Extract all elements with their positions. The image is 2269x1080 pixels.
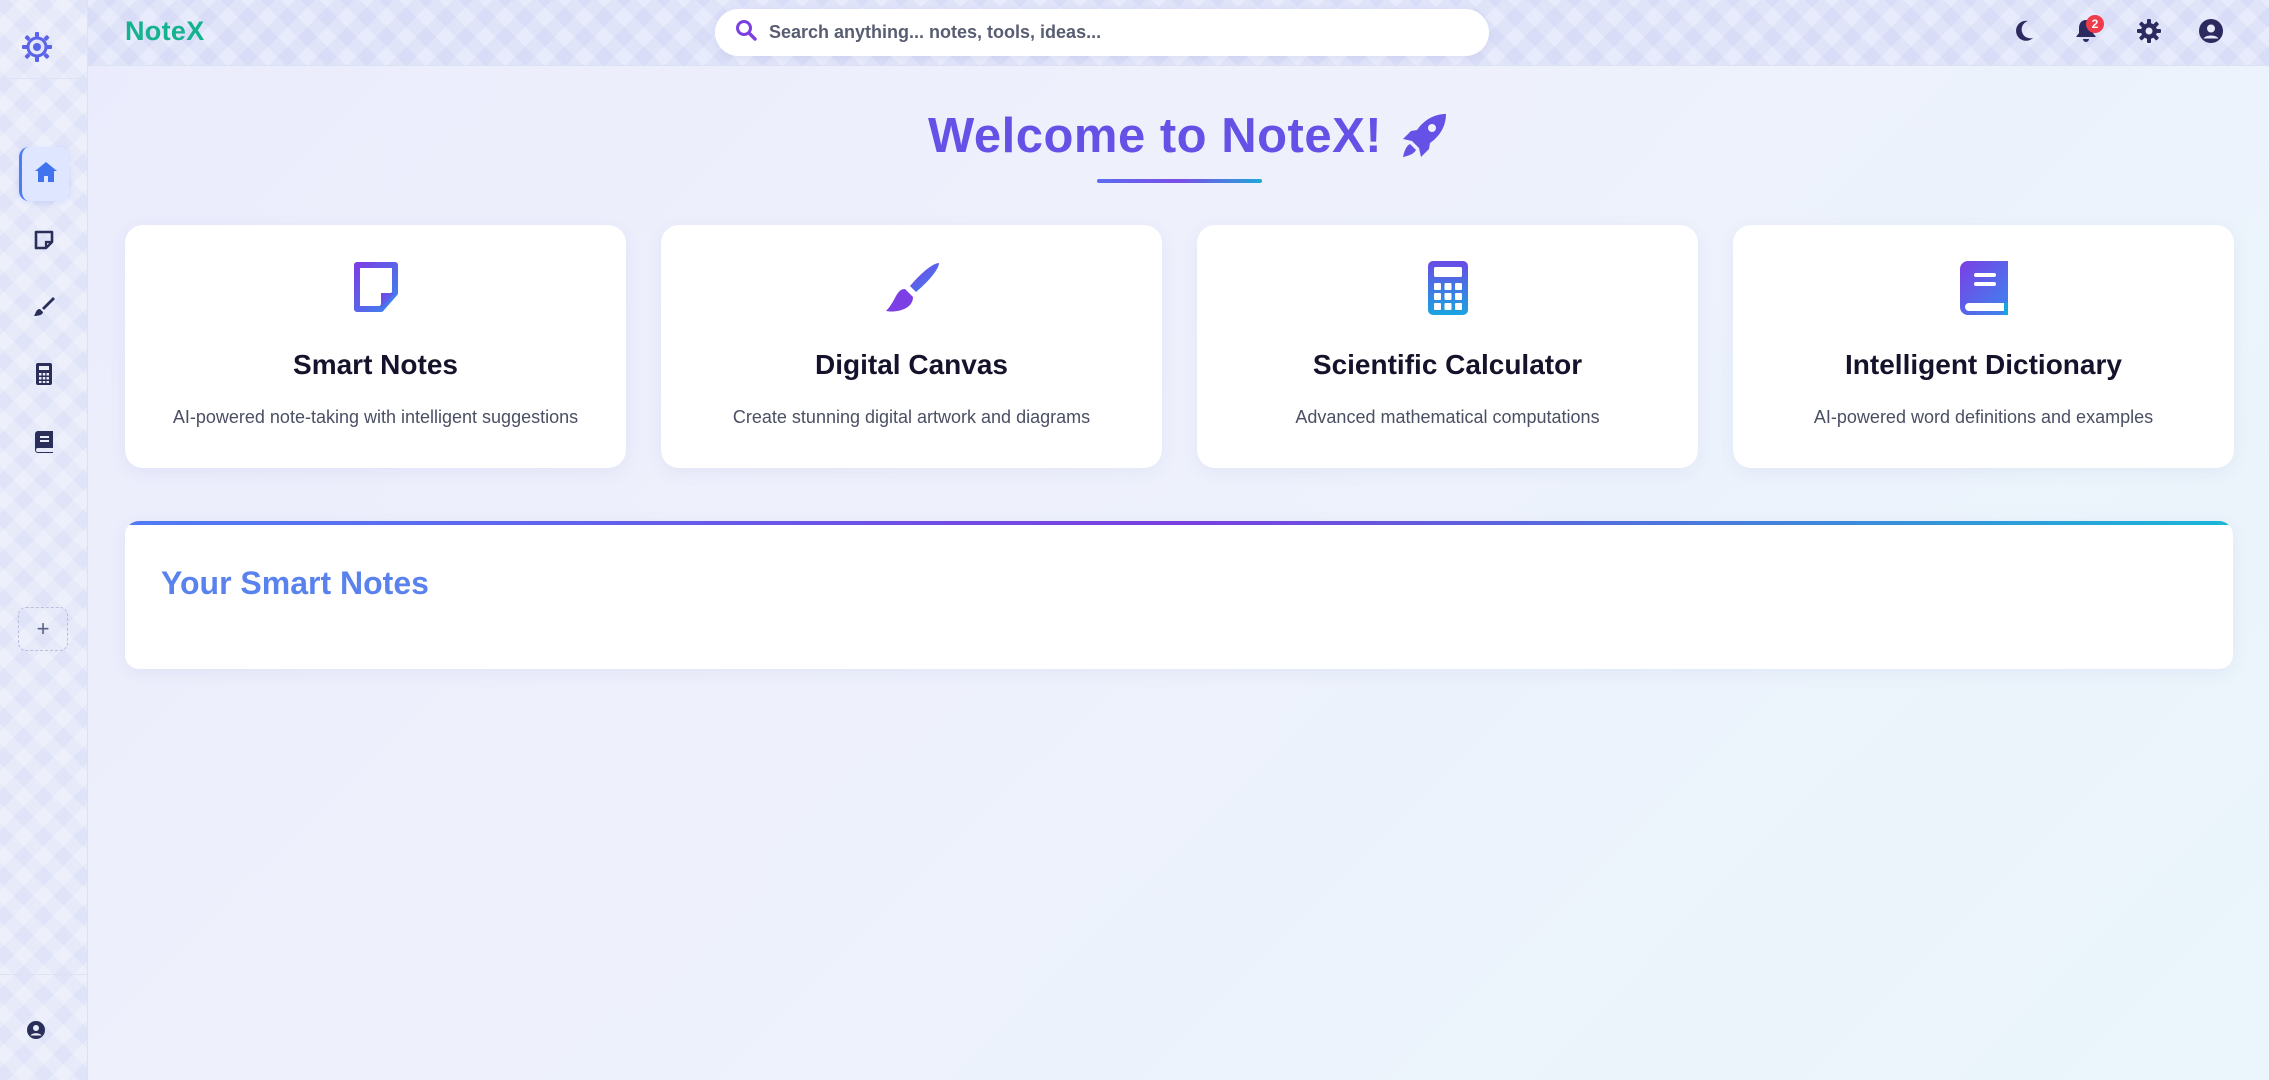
paintbrush-icon [661,261,1162,317]
card-digital-canvas[interactable]: Digital Canvas Create stunning digital a… [661,225,1162,468]
card-title: Intelligent Dictionary [1845,349,2122,380]
sidebar-item-calculator[interactable] [19,349,69,403]
add-label: + [36,616,50,641]
search-icon [735,19,757,46]
panel-accent-bar [125,521,2233,525]
smart-notes-panel: Your Smart Notes [125,521,2233,669]
sidebar-item-home[interactable] [19,147,69,201]
card-description: AI-powered note-taking with intelligent … [172,407,579,427]
brand-name[interactable]: NoteX [125,16,205,47]
page-title: Welcome to NoteX! [928,109,1383,163]
card-description: Create stunning digital artwork and diag… [732,407,1091,427]
home-icon [34,161,58,188]
dark-mode-toggle[interactable] [2010,19,2038,47]
book-icon [1733,261,2234,315]
sticky-note-icon [125,261,626,313]
gear-icon [2137,18,2161,48]
book-icon [35,430,53,458]
welcome-heading: Welcome to NoteX! [928,108,1448,164]
title-underline [1097,179,1262,183]
card-smart-notes[interactable]: Smart Notes AI-powered note-taking with … [125,225,626,468]
top-header: NoteX 2 [88,0,2269,66]
section-title: Your Smart Notes [161,565,429,601]
card-scientific-calculator[interactable]: Scientific Calculator Advanced mathemati… [1197,225,1698,468]
app-logo-icon[interactable] [19,29,55,65]
settings-button[interactable] [2135,18,2163,48]
user-icon [2199,18,2223,48]
sidebar-item-canvas[interactable] [19,282,69,336]
card-title: Digital Canvas [815,349,1008,380]
notifications-button[interactable]: 2 [2072,15,2104,47]
add-tool-button[interactable]: + [18,607,68,651]
sidebar-item-notes[interactable] [19,215,69,269]
sidebar-divider [0,78,88,79]
card-intelligent-dictionary[interactable]: Intelligent Dictionary AI-powered word d… [1733,225,2234,468]
sidebar: + [0,0,88,1080]
rocket-icon [1400,112,1448,160]
user-circle-icon[interactable] [24,1018,48,1042]
sidebar-divider [0,974,88,975]
card-title: Smart Notes [293,349,458,380]
calculator-icon [1197,261,1698,315]
notification-badge: 2 [2086,15,2104,33]
paintbrush-icon [33,296,55,323]
card-title: Scientific Calculator [1312,349,1583,380]
profile-button[interactable] [2197,18,2225,48]
card-description: Advanced mathematical computations [1295,407,1600,427]
calculator-icon [36,362,52,390]
search-input[interactable] [769,22,1469,43]
search-bar[interactable] [715,9,1489,56]
card-description: AI-powered word definitions and examples [1813,407,2154,427]
sidebar-item-dictionary[interactable] [19,417,69,471]
sticky-note-icon [34,230,54,255]
moon-icon [2014,20,2034,47]
